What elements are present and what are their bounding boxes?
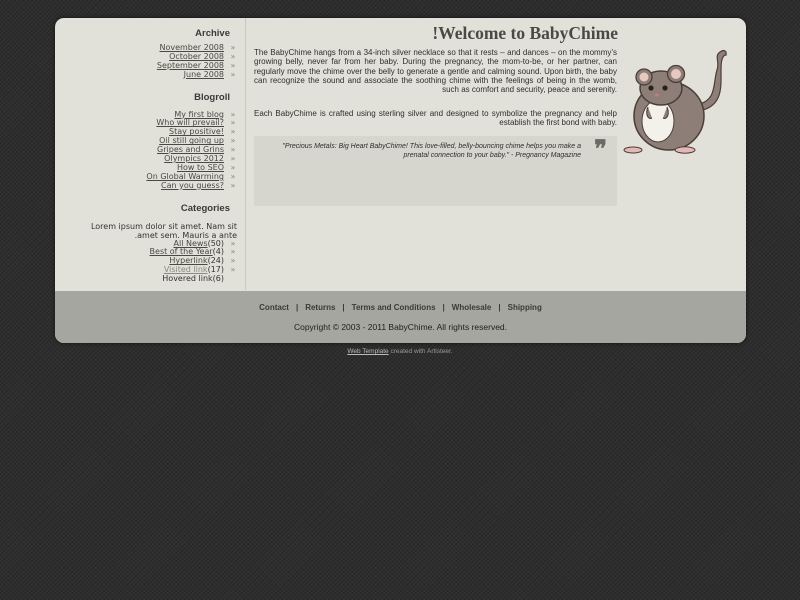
blogroll-link[interactable]: Can you guess? — [161, 181, 224, 191]
template-credit: Web Template created with Artisteer. — [0, 348, 800, 355]
categories-title: Categories — [180, 202, 230, 214]
archive-title: Archive — [195, 28, 230, 39]
double-chevron-icon: » — [230, 180, 236, 190]
quote-text: "Precious Metals: Big Heart BabyChime! T… — [282, 143, 581, 159]
footer-nav: Contact | Returns | Terms and Conditions | Who… — [55, 303, 746, 312]
copyright: Copyright © 2003 - 2011 BabyChime. All r… — [293, 322, 508, 332]
intro-paragraph: The BabyChime hangs from a 34-inch silve… — [254, 48, 617, 95]
footer: Contact | Returns | Terms and Conditions | Who… — [55, 291, 746, 343]
blogroll-list: My first blog» Who will prevail?» Stay p… — [55, 110, 245, 191]
footer-separator: | — [498, 303, 501, 312]
blockquote: "Precious Metals: Big Heart BabyChime! T… — [254, 136, 617, 206]
footer-separator: | — [442, 303, 445, 312]
archive-link[interactable]: June 2008 — [184, 70, 224, 80]
page-sheet: Archive November 2008» October 2008» Sep… — [55, 18, 746, 343]
credit-text: created with Artisteer. — [390, 348, 453, 355]
footer-link-terms[interactable]: Terms and Conditions — [352, 303, 436, 312]
footer-link-contact[interactable]: Contact — [259, 303, 289, 312]
quote-icon: ❞ — [594, 137, 607, 163]
footer-separator: | — [342, 303, 345, 312]
blogroll-title: Blogroll — [194, 91, 230, 103]
categories-description: Lorem ipsum dolor sit amet. Nam sit amet… — [90, 221, 237, 240]
footer-link-shipping[interactable]: Shipping — [508, 303, 542, 312]
footer-separator: | — [295, 303, 299, 312]
categories-list: All News (50)» Best of the Year (4)» Hyper… — [55, 239, 245, 284]
blogroll-item: Can you guess? » — [55, 180, 245, 191]
footer-link-returns[interactable]: Returns — [305, 303, 335, 312]
sidebar: Archive November 2008» October 2008» Sep… — [55, 18, 246, 290]
mouse-mascot-icon — [623, 49, 727, 154]
web-template-link[interactable]: Web Template — [347, 348, 388, 355]
double-chevron-icon: » — [230, 69, 236, 79]
second-paragraph: Each BabyChime is crafted using sterling… — [254, 109, 617, 128]
category-item: Hovered link(6)» — [55, 274, 245, 284]
double-chevron-icon: » — [230, 265, 236, 275]
main-content: Welcome to BabyChime! The BabyChime hang… — [246, 18, 626, 290]
category-hovered-label[interactable]: Hovered link — [162, 274, 212, 284]
footer-link-wholesale[interactable]: Wholesale — [452, 303, 492, 312]
page-title: Welcome to BabyChime! — [432, 23, 618, 43]
archive-list: November 2008» October 2008» September 2… — [55, 43, 245, 80]
category-count: (6) — [212, 274, 224, 284]
archive-item: June 2008 » — [55, 69, 245, 80]
